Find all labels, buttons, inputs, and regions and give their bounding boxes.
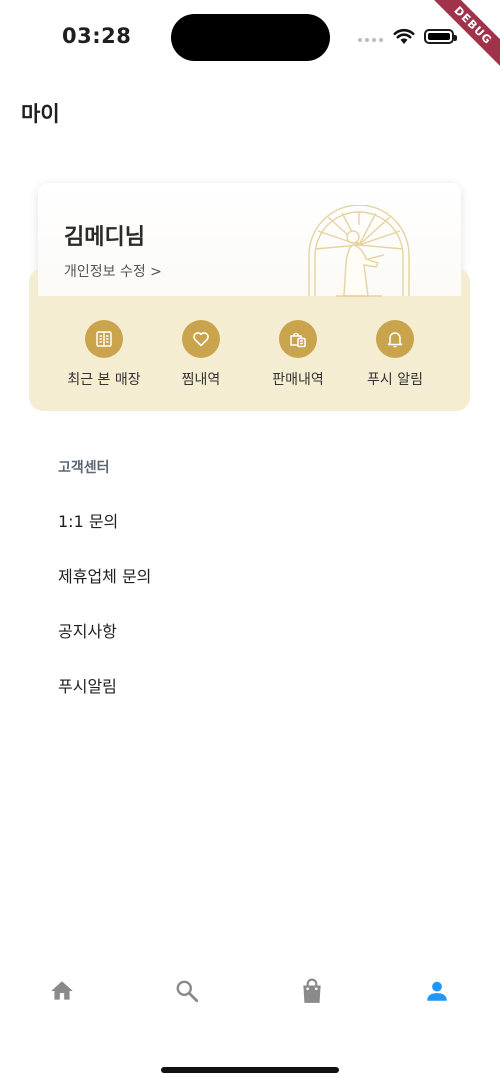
status-time: 03:28 <box>62 24 132 48</box>
menu-item-notices[interactable]: 공지사항 <box>58 618 117 642</box>
search-icon[interactable] <box>174 978 200 1004</box>
quick-action-push-notifications[interactable]: 푸시 알림 <box>345 320 445 389</box>
person-icon[interactable] <box>424 978 450 1004</box>
heart-icon <box>182 320 220 358</box>
home-indicator[interactable] <box>161 1067 339 1073</box>
shopping-bag-receipt-icon <box>279 320 317 358</box>
user-name: 김메디님 <box>64 225 145 250</box>
shopping-bag-icon[interactable] <box>299 978 325 1005</box>
menu-item-push-notifications[interactable]: 푸시알림 <box>58 673 117 697</box>
quick-action-wishlist[interactable]: 찜내역 <box>151 320 251 389</box>
customer-center-heading: 고객센터 <box>58 460 110 476</box>
bell-icon <box>376 320 414 358</box>
recent-stores-icon <box>85 320 123 358</box>
home-icon[interactable] <box>49 978 75 1004</box>
cellular-signal-icon <box>358 38 383 42</box>
edit-profile-link[interactable]: 개인정보 수정 > <box>64 261 162 281</box>
debug-banner-label: DEBUG <box>420 0 500 79</box>
lady-justice-illustration <box>308 205 410 297</box>
quick-action-recent-stores[interactable]: 최근 본 매장 <box>54 320 154 389</box>
menu-item-one-on-one-inquiry[interactable]: 1:1 문의 <box>58 508 118 532</box>
quick-action-label: 푸시 알림 <box>367 372 423 388</box>
debug-banner: DEBUG <box>420 0 500 80</box>
quick-action-sales-history[interactable]: 판매내역 <box>248 320 348 389</box>
quick-action-label: 판매내역 <box>272 372 324 388</box>
page-title: 마이 <box>21 102 60 126</box>
wifi-icon <box>393 28 415 44</box>
quick-action-label: 최근 본 매장 <box>67 372 141 388</box>
dynamic-island <box>171 14 330 61</box>
quick-action-label: 찜내역 <box>181 372 221 388</box>
menu-item-partnership-inquiry[interactable]: 제휴업체 문의 <box>58 563 151 587</box>
